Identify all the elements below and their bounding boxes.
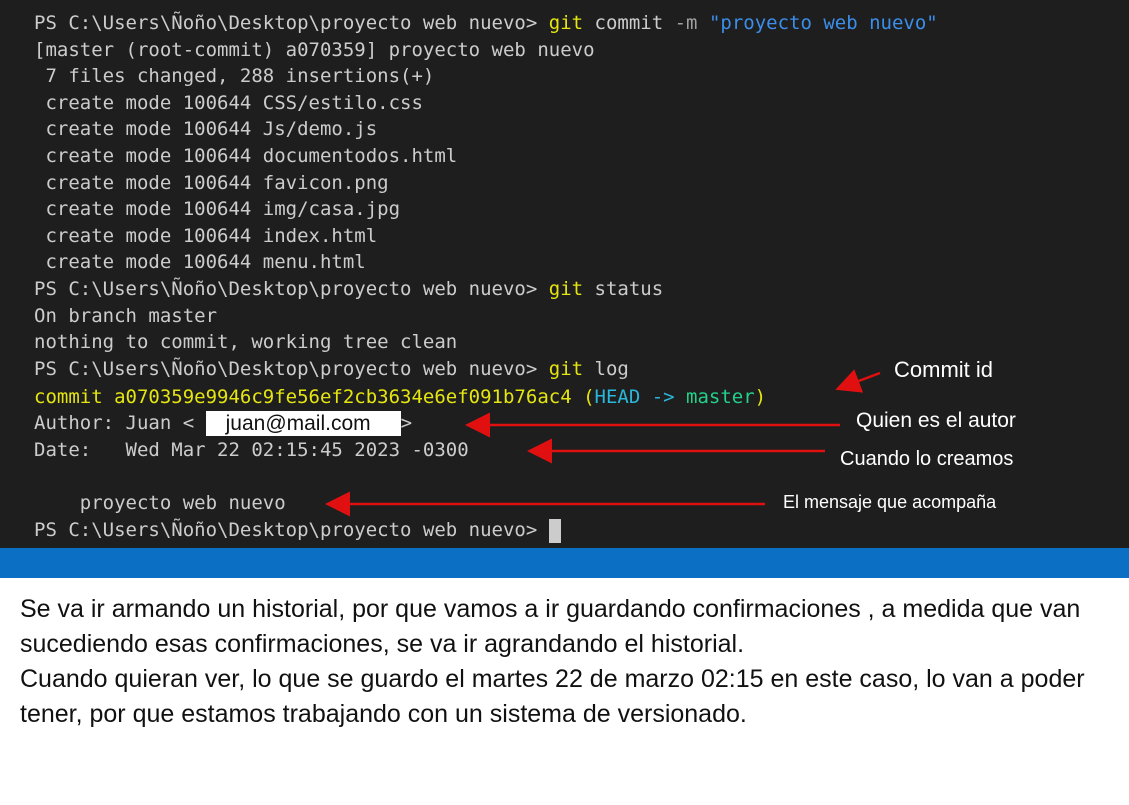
- annotation-commit-id: Commit id: [894, 357, 994, 382]
- blue-divider-bar: [0, 548, 1129, 578]
- commit-id-arrow: [835, 369, 881, 393]
- annotation-date: Cuando lo creamos: [840, 448, 1014, 470]
- annotation-message: El mensaje que acompaña: [783, 492, 997, 512]
- paragraph-1: Se va ir armando un historial, por que v…: [20, 595, 1081, 658]
- terminal-window[interactable]: PS C:\Users\Ñoño\Desktop\proyecto web nu…: [0, 0, 1129, 548]
- explanation-text: Se va ir armando un historial, por que v…: [20, 592, 1120, 732]
- annotation-author: Quien es el autor: [856, 409, 1016, 432]
- paragraph-2: Cuando quieran ver, lo que se guardo el …: [20, 665, 1085, 728]
